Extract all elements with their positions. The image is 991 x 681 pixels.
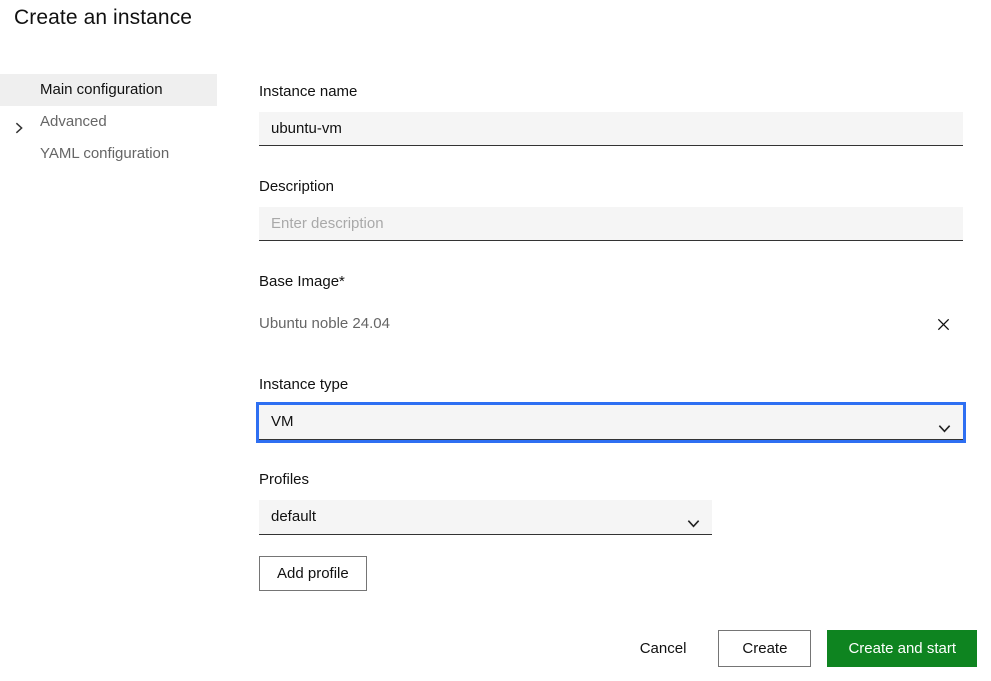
form-footer: Cancel Create Create and start [624,630,977,667]
form-section-nav: Main configuration Advanced YAML configu… [0,74,217,170]
nav-item-yaml-configuration[interactable]: YAML configuration [0,138,217,170]
profiles-select[interactable]: default [259,500,712,535]
nav-item-main-configuration[interactable]: Main configuration [0,74,217,106]
base-image-label: Base Image* [259,273,345,290]
instance-type-select[interactable]: VM [259,405,963,440]
create-and-start-button[interactable]: Create and start [827,630,977,667]
nav-item-label: Main configuration [0,74,217,106]
base-image-value: Ubuntu noble 24.04 [259,315,390,332]
description-input[interactable] [259,207,963,241]
chevron-down-icon [686,510,701,525]
chevron-right-icon [12,115,26,129]
instance-type-selected-value: VM [271,413,294,430]
cancel-button[interactable]: Cancel [624,630,703,667]
profiles-label: Profiles [259,471,309,488]
page-title: Create an instance [14,6,192,30]
main-configuration-form: Instance name Description Base Image* Ub… [259,0,963,681]
instance-type-label: Instance type [259,376,348,393]
nav-item-label: Advanced [0,106,217,138]
base-image-row: Ubuntu noble 24.04 [259,310,963,338]
nav-item-label: YAML configuration [0,138,217,170]
nav-item-advanced[interactable]: Advanced [0,106,217,138]
instance-name-input[interactable] [259,112,963,146]
profiles-selected-value: default [271,508,316,525]
description-label: Description [259,178,334,195]
add-profile-button[interactable]: Add profile [259,556,367,591]
close-icon[interactable] [929,310,957,338]
chevron-down-icon [937,415,952,430]
create-button[interactable]: Create [718,630,811,667]
instance-name-label: Instance name [259,83,357,100]
